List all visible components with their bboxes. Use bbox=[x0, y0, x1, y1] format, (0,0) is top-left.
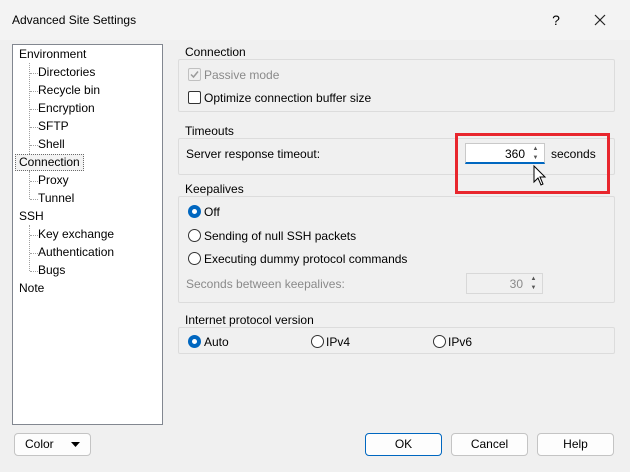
keepalive-seconds-label: Seconds between keepalives: bbox=[186, 277, 345, 291]
ok-button[interactable]: OK bbox=[365, 433, 442, 456]
close-icon bbox=[594, 14, 606, 26]
tree-item-authentication[interactable]: Authentication bbox=[35, 244, 117, 261]
passive-mode-checkbox[interactable] bbox=[188, 68, 201, 81]
ip-version-group-title: Internet protocol version bbox=[185, 313, 314, 327]
keepalive-null-packets-label: Sending of null SSH packets bbox=[204, 229, 357, 243]
spin-down-icon[interactable]: ▼ bbox=[527, 284, 540, 293]
ip-ipv6-radio[interactable] bbox=[433, 335, 446, 348]
tree-item-ssh[interactable]: SSH bbox=[16, 208, 47, 225]
keepalive-dummy-commands-radio[interactable] bbox=[188, 252, 201, 265]
keepalive-off-radio[interactable] bbox=[188, 205, 201, 218]
color-button[interactable]: Color bbox=[14, 433, 91, 456]
keepalives-group-title: Keepalives bbox=[185, 182, 244, 196]
passive-mode-label: Passive mode bbox=[204, 68, 280, 82]
ip-ipv4-radio[interactable] bbox=[311, 335, 324, 348]
tree-item-environment[interactable]: Environment bbox=[16, 46, 89, 63]
keepalive-dummy-commands-label: Executing dummy protocol commands bbox=[204, 252, 408, 266]
connection-group-title: Connection bbox=[185, 45, 246, 59]
ip-ipv4-label: IPv4 bbox=[326, 335, 351, 349]
tree-item-connection[interactable]: Connection bbox=[15, 154, 84, 171]
server-response-timeout-label: Server response timeout: bbox=[186, 147, 321, 161]
help-icon-button[interactable]: ? bbox=[543, 7, 569, 33]
optimize-buffer-label: Optimize connection buffer size bbox=[204, 91, 372, 105]
cancel-button[interactable]: Cancel bbox=[451, 433, 528, 456]
ip-auto-label: Auto bbox=[204, 335, 229, 349]
tree-connector bbox=[29, 225, 30, 271]
ip-auto-radio[interactable] bbox=[188, 335, 201, 348]
tree-item-recycle-bin[interactable]: Recycle bin bbox=[35, 82, 103, 99]
tree-item-shell[interactable]: Shell bbox=[35, 136, 68, 153]
keepalive-spinner[interactable]: ▲ ▼ bbox=[527, 275, 540, 293]
close-button[interactable] bbox=[587, 7, 613, 33]
keepalive-null-packets-radio[interactable] bbox=[188, 229, 201, 242]
tree-item-note[interactable]: Note bbox=[16, 280, 47, 297]
help-button[interactable]: Help bbox=[537, 433, 614, 456]
tree-item-proxy[interactable]: Proxy bbox=[35, 172, 72, 189]
timeouts-group-title: Timeouts bbox=[185, 124, 234, 138]
spin-up-icon[interactable]: ▲ bbox=[527, 275, 540, 284]
color-button-label: Color bbox=[24, 437, 54, 451]
keepalive-seconds-input[interactable]: 30 ▲ ▼ bbox=[466, 273, 543, 294]
keepalive-seconds-value: 30 bbox=[509, 277, 523, 291]
window-title: Advanced Site Settings bbox=[12, 13, 137, 27]
tree-item-directories[interactable]: Directories bbox=[35, 64, 98, 81]
keepalive-off-label: Off bbox=[204, 205, 220, 219]
settings-tree[interactable]: Environment Directories Recycle bin Encr… bbox=[12, 44, 163, 425]
tree-connector bbox=[29, 171, 30, 199]
optimize-buffer-checkbox[interactable] bbox=[188, 91, 201, 104]
tree-item-encryption[interactable]: Encryption bbox=[35, 100, 98, 117]
ip-version-group bbox=[178, 327, 615, 354]
tree-item-bugs[interactable]: Bugs bbox=[35, 262, 68, 279]
checkmark-icon bbox=[190, 71, 199, 79]
dropdown-arrow-icon bbox=[71, 442, 81, 447]
title-bar: Advanced Site Settings ? bbox=[0, 0, 630, 40]
tree-item-sftp[interactable]: SFTP bbox=[35, 118, 72, 135]
tree-item-tunnel[interactable]: Tunnel bbox=[35, 190, 77, 207]
mouse-cursor-icon bbox=[533, 165, 547, 186]
ip-ipv6-label: IPv6 bbox=[448, 335, 473, 349]
tree-item-key-exchange[interactable]: Key exchange bbox=[35, 226, 117, 243]
